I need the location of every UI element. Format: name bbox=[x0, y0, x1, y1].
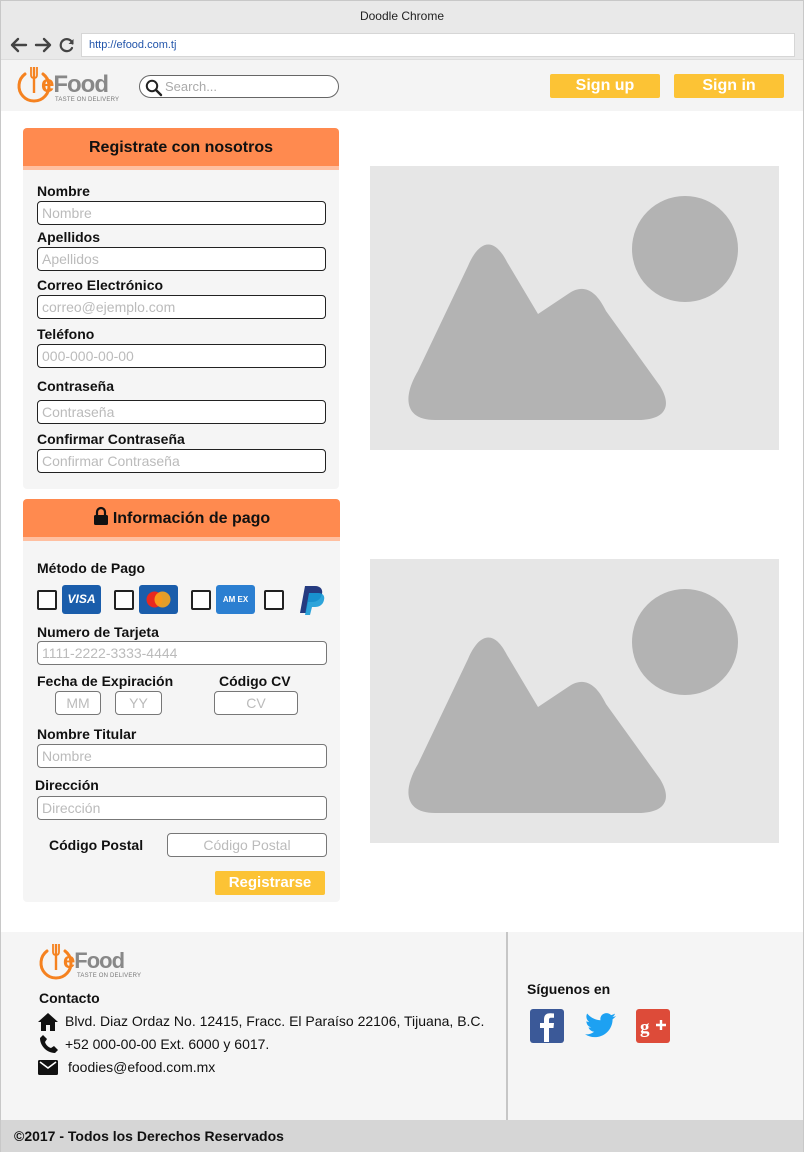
sign-up-button[interactable]: Sign up bbox=[550, 74, 660, 98]
cv-label: Código CV bbox=[219, 673, 291, 689]
nombre-label: Nombre bbox=[37, 183, 90, 199]
telefono-input[interactable] bbox=[37, 344, 326, 368]
postal-label: Código Postal bbox=[49, 837, 144, 853]
confirm-password-label: Confirmar Contraseña bbox=[37, 431, 185, 447]
amex-card-icon: AM EX bbox=[216, 585, 255, 614]
svg-text:g: g bbox=[640, 1017, 650, 1038]
amex-checkbox[interactable] bbox=[191, 590, 211, 610]
expiration-label: Fecha de Expiración bbox=[37, 673, 174, 689]
address-label: Dirección bbox=[35, 777, 99, 793]
holder-input[interactable] bbox=[37, 744, 327, 768]
email-label: Correo Electrónico bbox=[37, 277, 164, 293]
footer-divider bbox=[506, 932, 508, 1120]
visa-checkbox[interactable] bbox=[37, 590, 57, 610]
mastercard-card-icon bbox=[139, 585, 178, 614]
image-placeholder-icon bbox=[408, 196, 738, 420]
footer: eFood TASTE ON DELIVERY Contacto Blvd. D… bbox=[1, 932, 803, 1120]
mastercard-checkbox[interactable] bbox=[114, 590, 134, 610]
search-input[interactable] bbox=[165, 78, 330, 95]
logo-food: Food bbox=[53, 71, 109, 98]
contact-address: Blvd. Diaz Ordaz No. 12415, Fracc. El Pa… bbox=[65, 1013, 485, 1029]
logo-tagline: TASTE ON DELIVERY bbox=[77, 973, 142, 979]
email-input[interactable] bbox=[37, 295, 326, 319]
apellidos-label: Apellidos bbox=[37, 229, 101, 245]
url-field[interactable]: http://efood.com.tj bbox=[81, 33, 795, 57]
address-input[interactable] bbox=[37, 796, 327, 820]
logo-tagline: TASTE ON DELIVERY bbox=[55, 97, 120, 103]
password-label: Contraseña bbox=[37, 378, 115, 394]
logo-e: e bbox=[63, 948, 75, 973]
logo-e: e bbox=[41, 71, 54, 98]
register-submit-button[interactable]: Registrarse bbox=[215, 871, 325, 895]
card-number-input[interactable] bbox=[37, 641, 327, 665]
search-box[interactable] bbox=[139, 75, 339, 98]
site-header: eFood TASTE ON DELIVERY Sign up Sign in bbox=[1, 59, 803, 111]
google-plus-icon[interactable]: g bbox=[636, 1009, 670, 1043]
apellidos-input[interactable] bbox=[37, 247, 326, 271]
contact-title: Contacto bbox=[39, 990, 100, 1006]
expiration-year-input[interactable] bbox=[115, 691, 162, 715]
lock-icon bbox=[93, 506, 108, 525]
image-placeholder-1 bbox=[370, 166, 779, 450]
visa-card-icon: VISA bbox=[62, 585, 101, 614]
back-arrow-icon[interactable] bbox=[9, 35, 29, 55]
confirm-password-input[interactable] bbox=[37, 449, 326, 473]
email-icon bbox=[38, 1060, 58, 1075]
contact-phone: +52 000-00-00 Ext. 6000 y 6017. bbox=[65, 1036, 270, 1052]
home-icon bbox=[38, 1013, 58, 1031]
payment-header: Información de pago bbox=[23, 499, 340, 541]
payment-title: Información de pago bbox=[112, 510, 271, 527]
reload-icon[interactable] bbox=[57, 35, 77, 55]
register-panel: Registrate con nosotros Nombre Apellidos… bbox=[23, 128, 339, 489]
card-number-label: Numero de Tarjeta bbox=[37, 624, 159, 640]
follow-title: Síguenos en bbox=[527, 981, 611, 997]
paypal-checkbox[interactable] bbox=[264, 590, 284, 610]
contact-email[interactable]: foodies@efood.com.mx bbox=[68, 1059, 215, 1075]
payment-panel: Información de pago Método de Pago VISA … bbox=[23, 499, 340, 902]
postal-input[interactable] bbox=[167, 833, 327, 857]
browser-window: Doodle Chrome http://efood.com.tj eFood … bbox=[0, 0, 804, 1152]
sign-in-button[interactable]: Sign in bbox=[674, 74, 784, 98]
search-icon bbox=[145, 79, 163, 97]
logo-food: Food bbox=[74, 948, 125, 973]
facebook-icon[interactable] bbox=[530, 1009, 564, 1043]
address-bar: http://efood.com.tj bbox=[1, 31, 803, 59]
twitter-icon[interactable] bbox=[583, 1009, 617, 1043]
holder-label: Nombre Titular bbox=[37, 726, 137, 742]
image-placeholder-2 bbox=[370, 559, 779, 843]
paypal-icon bbox=[292, 583, 328, 616]
window-title: Doodle Chrome bbox=[1, 1, 803, 31]
nombre-input[interactable] bbox=[37, 201, 326, 225]
image-placeholder-icon bbox=[408, 589, 738, 813]
cv-input[interactable] bbox=[214, 691, 298, 715]
telefono-label: Teléfono bbox=[37, 326, 95, 342]
phone-icon bbox=[40, 1035, 58, 1053]
expiration-month-input[interactable] bbox=[55, 691, 101, 715]
payment-method-label: Método de Pago bbox=[37, 560, 146, 576]
password-input[interactable] bbox=[37, 400, 326, 424]
register-title: Registrate con nosotros bbox=[23, 128, 339, 170]
forward-arrow-icon[interactable] bbox=[33, 35, 53, 55]
copyright-bar: ©2017 - Todos los Derechos Reservados bbox=[1, 1120, 803, 1152]
